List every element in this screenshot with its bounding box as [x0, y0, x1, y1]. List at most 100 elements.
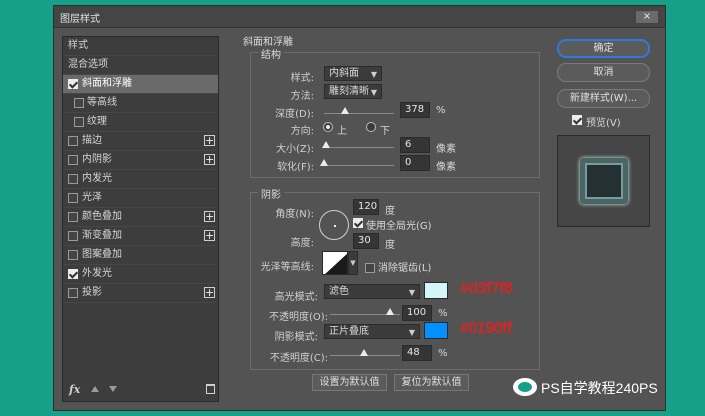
highlight-opacity-knob[interactable]: [385, 308, 394, 315]
title-bar[interactable]: 图层样式 ×: [54, 6, 665, 28]
size-unit: 像素: [436, 144, 456, 155]
ok-button[interactable]: 确定: [557, 39, 650, 58]
style-preview: [557, 135, 650, 227]
soften-unit: 像素: [436, 162, 456, 173]
add-style-icon[interactable]: +: [204, 211, 215, 222]
size-slider-knob[interactable]: [321, 141, 330, 148]
style-item[interactable]: 图案叠加: [63, 246, 218, 265]
style-item[interactable]: 外发光: [63, 265, 218, 284]
style-item-checkbox[interactable]: [68, 212, 78, 222]
add-style-icon[interactable]: +: [204, 135, 215, 146]
make-default-button[interactable]: 设置为默认值: [312, 374, 387, 391]
style-item-label: 等高线: [87, 97, 117, 108]
depth-input[interactable]: 378: [400, 102, 430, 118]
highlight-mode-value: 滤色: [329, 286, 349, 297]
preview-checkbox[interactable]: [572, 115, 582, 125]
layer-style-dialog: 图层样式 × 样式 混合选项 斜面和浮雕等高线纹理 描边 + 内阴影 + 内发光光泽 颜色叠…: [53, 5, 666, 411]
styles-header[interactable]: 样式: [63, 37, 218, 56]
chevron-down-icon: ▼: [370, 70, 377, 79]
style-item-label: 投影: [82, 287, 102, 298]
style-item-checkbox[interactable]: [68, 269, 78, 279]
gloss-contour-preview[interactable]: [322, 251, 348, 275]
chevron-down-icon: ▼: [350, 259, 356, 267]
shadow-mode-dropdown[interactable]: 正片叠底 ▼: [324, 324, 420, 339]
style-item[interactable]: 内发光: [63, 170, 218, 189]
angle-input[interactable]: 120: [353, 199, 379, 215]
close-button[interactable]: ×: [635, 10, 659, 24]
trash-icon[interactable]: [206, 384, 215, 394]
direction-down-radio[interactable]: [366, 122, 376, 132]
size-label: 大小(Z):: [275, 144, 314, 155]
shadow-opacity-unit: %: [438, 348, 448, 359]
cancel-button[interactable]: 取消: [557, 63, 650, 82]
fx-icon[interactable]: fx: [69, 383, 80, 396]
add-style-icon[interactable]: +: [204, 154, 215, 165]
style-item[interactable]: 描边 +: [63, 132, 218, 151]
style-item-checkbox[interactable]: [68, 79, 78, 89]
add-style-icon[interactable]: +: [204, 230, 215, 241]
styles-bottom-toolbar: fx: [69, 383, 219, 399]
gloss-contour-label: 光泽等高线:: [260, 262, 314, 273]
style-item[interactable]: 纹理: [63, 113, 218, 132]
depth-slider-knob[interactable]: [341, 107, 350, 114]
style-item[interactable]: 光泽: [63, 189, 218, 208]
style-item-label: 内发光: [82, 173, 112, 184]
add-style-icon[interactable]: +: [204, 287, 215, 298]
antialias-checkbox[interactable]: [365, 263, 375, 273]
highlight-mode-dropdown[interactable]: 滤色 ▼: [324, 284, 420, 299]
style-item-checkbox[interactable]: [74, 98, 84, 108]
size-input[interactable]: 6: [400, 137, 430, 153]
shading-title: 阴影: [258, 186, 284, 201]
highlight-color-swatch[interactable]: [424, 282, 448, 299]
style-item[interactable]: 内阴影 +: [63, 151, 218, 170]
move-down-icon[interactable]: [109, 386, 117, 392]
style-item-checkbox[interactable]: [68, 136, 78, 146]
preview-outer: [580, 158, 628, 204]
shadow-opacity-input[interactable]: 48: [402, 345, 432, 361]
soften-label: 软化(F):: [277, 162, 314, 173]
soften-slider-track[interactable]: [324, 165, 394, 166]
technique-dropdown[interactable]: 雕刻清晰 ▼: [324, 84, 382, 99]
wechat-icon: [513, 378, 537, 396]
style-item[interactable]: 斜面和浮雕: [63, 75, 218, 94]
style-item-checkbox[interactable]: [68, 155, 78, 165]
style-item-checkbox[interactable]: [68, 288, 78, 298]
styles-list-panel: 样式 混合选项 斜面和浮雕等高线纹理 描边 + 内阴影 + 内发光光泽 颜色叠加 + 渐变叠加 +…: [62, 36, 219, 402]
move-up-icon[interactable]: [91, 386, 99, 392]
altitude-label: 高度:: [290, 238, 314, 249]
style-item-label: 斜面和浮雕: [82, 78, 132, 89]
soften-slider-knob[interactable]: [320, 159, 328, 166]
style-item[interactable]: 渐变叠加 +: [63, 227, 218, 246]
size-slider-track[interactable]: [324, 147, 394, 148]
style-item-checkbox[interactable]: [68, 174, 78, 184]
chevron-down-icon: ▼: [408, 288, 415, 297]
highlight-opacity-input[interactable]: 100: [402, 305, 432, 321]
depth-slider-track[interactable]: [324, 113, 394, 114]
depth-label: 深度(D):: [275, 109, 314, 120]
style-item-checkbox[interactable]: [68, 193, 78, 203]
shadow-color-swatch[interactable]: [424, 322, 448, 339]
shadow-opacity-label: 不透明度(C):: [269, 353, 328, 364]
style-item-label: 渐变叠加: [82, 230, 122, 241]
altitude-input[interactable]: 30: [353, 233, 379, 249]
angle-dial-center: [334, 225, 336, 227]
style-item[interactable]: 颜色叠加 +: [63, 208, 218, 227]
style-item[interactable]: 投影 +: [63, 284, 218, 303]
style-item-checkbox[interactable]: [74, 117, 84, 127]
angle-dial[interactable]: [319, 210, 349, 240]
style-item-checkbox[interactable]: [68, 231, 78, 241]
angle-label: 角度(N):: [275, 209, 314, 220]
new-style-button[interactable]: 新建样式(W)...: [557, 89, 650, 108]
style-dropdown[interactable]: 内斜面 ▼: [324, 66, 382, 81]
soften-input[interactable]: 0: [400, 155, 430, 171]
style-item[interactable]: 等高线: [63, 94, 218, 113]
gloss-contour-dropdown[interactable]: ▼: [348, 251, 358, 275]
shadow-opacity-knob[interactable]: [359, 349, 368, 356]
style-item-checkbox[interactable]: [68, 250, 78, 260]
shadow-hex-annotation: #0190ff: [460, 320, 512, 337]
blend-options-item[interactable]: 混合选项: [63, 56, 218, 75]
reset-default-button[interactable]: 复位为默认值: [394, 374, 469, 391]
global-light-checkbox[interactable]: [353, 218, 363, 228]
direction-up-radio[interactable]: [323, 122, 333, 132]
global-light-label: 使用全局光(G): [366, 221, 432, 232]
